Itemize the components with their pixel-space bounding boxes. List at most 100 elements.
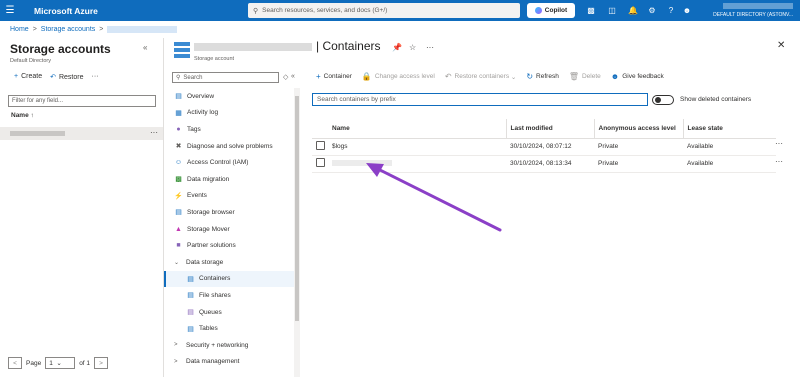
row-more-button[interactable]: ···: [150, 128, 158, 137]
menu-search-input[interactable]: ⚲ Search: [172, 72, 279, 83]
menu-item-data-storage[interactable]: ⌄ Data storage: [164, 254, 294, 271]
container-search-input[interactable]: Search containers by prefix: [312, 93, 648, 106]
breadcrumb-account-redacted[interactable]: [107, 26, 178, 33]
menu-item-storage-mover[interactable]: ▲ Storage Mover: [164, 221, 294, 238]
container-name[interactable]: [328, 155, 506, 173]
favorite-star-icon[interactable]: ☆: [409, 43, 416, 52]
storage-accounts-blade: Storage accounts Default Directory « + Cr…: [0, 38, 164, 377]
refresh-button[interactable]: ↻ Refresh: [526, 72, 558, 81]
close-icon[interactable]: ✕: [777, 40, 785, 51]
table-row[interactable]: $logs 30/10/2024, 08:07:12 Private Avail…: [312, 138, 776, 156]
resource-menu: ▤ Overview ▦ Activity log ● Tags ✖ Diagnose and…: [164, 88, 294, 370]
column-header-last-modified[interactable]: Last modified: [505, 119, 594, 139]
more-icon[interactable]: ···: [426, 43, 434, 52]
menu-item-events[interactable]: ⚡ Events: [164, 188, 294, 205]
portal-brand[interactable]: Microsoft Azure: [34, 6, 254, 16]
trash-icon: 🗑: [568, 72, 579, 81]
overview-icon: ▤: [175, 93, 182, 101]
column-header-access-level[interactable]: Anonymous access level: [593, 119, 683, 139]
menu-item-tags[interactable]: ● Tags: [164, 121, 294, 138]
refresh-label: Refresh: [536, 73, 559, 80]
breadcrumb-separator: >: [32, 26, 37, 33]
show-deleted-toggle[interactable]: [652, 95, 674, 105]
add-container-button[interactable]: + Container: [316, 72, 352, 81]
column-header-lease-state[interactable]: Lease state: [682, 119, 776, 139]
menu-item-overview[interactable]: ▤ Overview: [164, 88, 294, 105]
container-name[interactable]: $logs: [328, 138, 506, 156]
menu-item-storage-browser[interactable]: ▤ Storage browser: [164, 204, 294, 221]
menu-item-file-shares[interactable]: ▤ File shares: [164, 287, 294, 304]
menu-item-security-networking[interactable]: > Security + networking: [164, 337, 294, 354]
give-feedback-button[interactable]: ☻ Give feedback: [611, 72, 664, 81]
command-bar: + Container 🔒 Change access level ↶ Restore…: [316, 72, 664, 81]
next-page-button[interactable]: >: [94, 357, 109, 369]
pager: < Page 1 ⌄ of 1 >: [8, 357, 109, 369]
menu-item-label: Storage browser: [187, 208, 235, 216]
menu-icon[interactable]: ☰: [0, 0, 20, 21]
row-checkbox[interactable]: [316, 158, 325, 167]
table-row[interactable]: 30/10/2024, 08:13:34 Private Available: [312, 155, 776, 173]
blade-subtitle: Default Directory: [10, 58, 51, 64]
delete-button[interactable]: 🗑 Delete: [569, 72, 601, 81]
global-search-input[interactable]: ⚲ Search resources, services, and docs (…: [248, 3, 520, 18]
menu-item-queues[interactable]: ▤ Queues: [164, 304, 294, 321]
chevron-down-icon: ⌄: [174, 259, 180, 266]
settings-icon[interactable]: ⚙: [646, 4, 658, 16]
menu-item-diagnose-and-solve-problems[interactable]: ✖ Diagnose and solve problems: [164, 138, 294, 155]
lease-state: Available: [683, 155, 776, 173]
cloud-shell-icon[interactable]: ▩: [585, 4, 597, 16]
menu-item-label: Events: [187, 192, 207, 200]
column-header-name[interactable]: Name: [328, 119, 506, 139]
chevron-right-icon: >: [174, 342, 178, 349]
containers-icon: ▤: [187, 275, 194, 283]
notifications-icon[interactable]: 🔔: [627, 4, 639, 16]
menu-item-data-migration[interactable]: ▩ Data migration: [164, 171, 294, 188]
menu-item-partner-solutions[interactable]: ■ Partner solutions: [164, 237, 294, 254]
more-button[interactable]: ···: [92, 73, 99, 81]
storage-account-row[interactable]: ···: [0, 127, 163, 140]
prev-page-button[interactable]: <: [8, 357, 22, 369]
restore-button[interactable]: ↶ Restore: [50, 73, 83, 81]
menu-item-access-control-iam[interactable]: ☺ Access Control (IAM): [164, 154, 294, 171]
menu-item-containers[interactable]: ▤ Containers: [164, 270, 294, 288]
search-icon: ⚲: [176, 75, 181, 81]
account-info[interactable]: DEFAULT DIRECTORY (ASTONV...: [693, 3, 793, 19]
row-checkbox-cell: [312, 155, 328, 173]
tables-icon: ▤: [187, 325, 194, 333]
restore-icon: ↶: [50, 74, 56, 81]
menu-scrollbar[interactable]: [294, 88, 300, 377]
menu-item-tables[interactable]: ▤ Tables: [164, 320, 294, 337]
pin-icon[interactable]: 📌: [392, 43, 402, 52]
name-column-header[interactable]: Name ↑: [11, 112, 34, 119]
breadcrumb-home[interactable]: Home: [10, 26, 29, 33]
last-modified: 30/10/2024, 08:13:34: [506, 155, 594, 173]
menu-item-data-management[interactable]: > Data management: [164, 354, 294, 371]
page-select[interactable]: 1 ⌄: [45, 357, 76, 369]
directory-filter-icon[interactable]: ◫: [606, 4, 618, 16]
breadcrumb-storage-accounts[interactable]: Storage accounts: [41, 26, 95, 33]
row-more-button[interactable]: ···: [775, 157, 783, 166]
storage-account-icon: [174, 42, 190, 58]
last-modified: 30/10/2024, 08:07:12: [506, 138, 594, 156]
menu-expand-icon[interactable]: ◇: [283, 73, 288, 81]
give-feedback-label: Give feedback: [622, 73, 664, 80]
plus-icon: +: [316, 72, 321, 81]
restore-containers-button[interactable]: ↶ Restore containers ⌄: [445, 72, 517, 81]
help-icon[interactable]: ?: [665, 4, 677, 16]
menu-item-label: Activity log: [187, 109, 219, 117]
menu-item-label: Containers: [199, 275, 231, 283]
scrollbar-thumb[interactable]: [295, 96, 299, 321]
collapse-blade-icon[interactable]: «: [143, 43, 147, 52]
change-access-level-button[interactable]: 🔒 Change access level: [362, 72, 435, 81]
create-button[interactable]: + Create: [14, 73, 42, 81]
copilot-button[interactable]: Copilot: [527, 3, 575, 18]
feedback-icon[interactable]: ☻: [681, 4, 693, 16]
breadcrumb-separator: >: [99, 26, 104, 33]
menu-item-activity-log[interactable]: ▦ Activity log: [164, 105, 294, 122]
account-name-redacted: [723, 3, 793, 9]
filter-input[interactable]: Filter for any field...: [8, 95, 156, 107]
menu-collapse-icon[interactable]: «: [291, 73, 295, 80]
row-more-button[interactable]: ···: [775, 139, 783, 148]
row-checkbox[interactable]: [316, 141, 325, 150]
menu-item-label: Access Control (IAM): [187, 159, 249, 167]
